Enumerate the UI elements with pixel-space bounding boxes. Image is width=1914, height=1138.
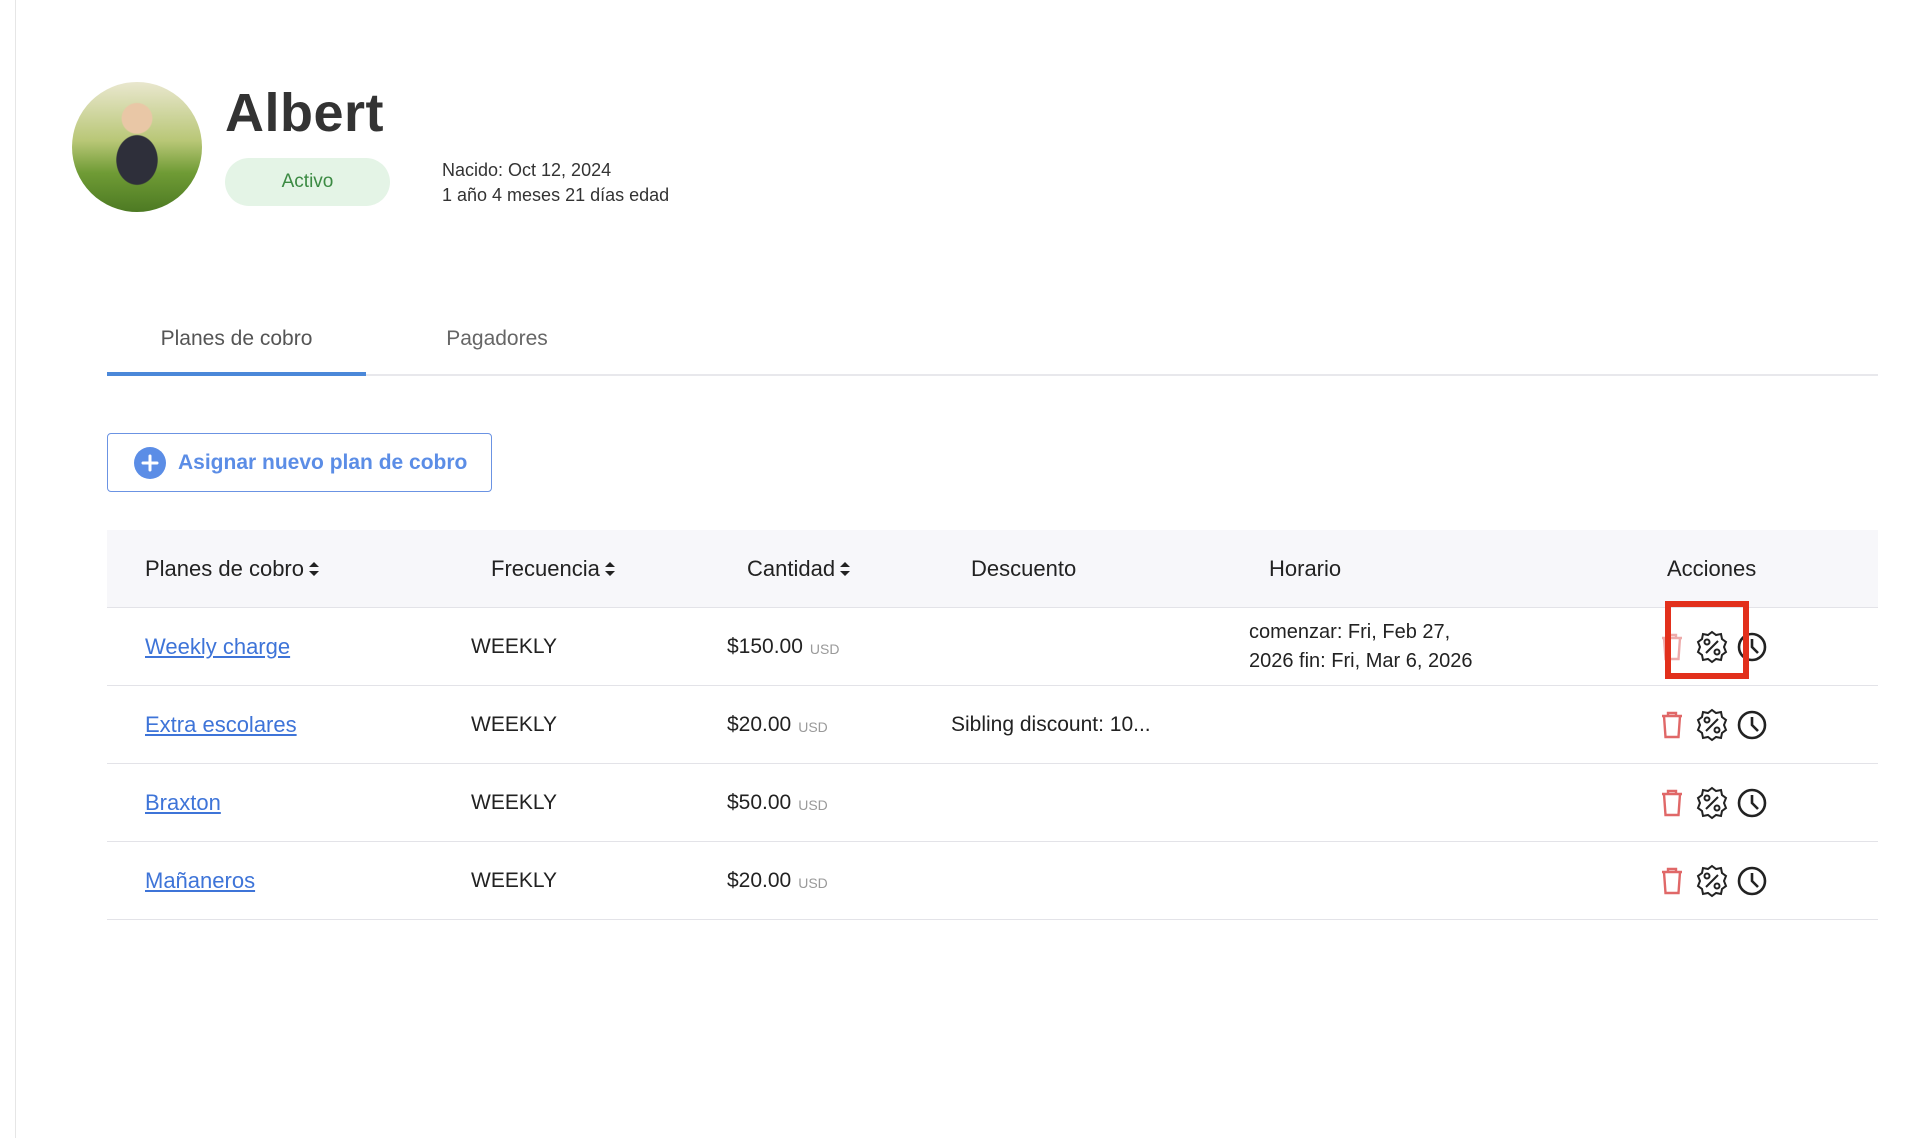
amount-value: $20.00 xyxy=(727,869,792,892)
header-actions: Acciones xyxy=(1667,556,1757,581)
currency-label: USD xyxy=(809,641,840,657)
age-text: 1 año 4 meses 21 días edad xyxy=(442,185,670,205)
row-actions xyxy=(1655,764,1769,842)
header-plan[interactable]: Planes de cobro xyxy=(145,530,321,608)
plus-circle-icon xyxy=(134,446,166,479)
assign-plan-button[interactable]: Asignar nuevo plan de cobro xyxy=(107,433,492,492)
trash-icon[interactable] xyxy=(1655,708,1689,742)
billing-plans-table: Planes de cobro Frecuencia Cantidad Desc… xyxy=(107,530,1878,920)
profile-header: Albert Activo Nacido: Oct 12, 2024 1 año… xyxy=(72,82,1072,222)
row-actions xyxy=(1655,842,1769,920)
trash-icon[interactable] xyxy=(1655,786,1689,820)
clock-icon[interactable] xyxy=(1735,708,1769,742)
header-amount-label: Cantidad xyxy=(747,556,836,581)
frequency-cell: WEEKLY xyxy=(471,869,557,892)
frequency-cell: WEEKLY xyxy=(471,635,557,658)
tab-bar: Planes de cobro Pagadores xyxy=(107,302,1878,376)
frequency-cell: WEEKLY xyxy=(471,713,557,736)
table-row: Extra escolares WEEKLY $20.00 USD Siblin… xyxy=(107,686,1878,764)
schedule-start: comenzar: Fri, Feb 27, xyxy=(1249,621,1451,643)
status-badge: Activo xyxy=(225,158,390,206)
currency-label: USD xyxy=(798,719,828,735)
tab-planes-de-cobro[interactable]: Planes de cobro xyxy=(107,302,366,376)
table-row: Weekly charge WEEKLY $150.00 USD comenza… xyxy=(107,608,1878,686)
header-amount[interactable]: Cantidad xyxy=(747,530,852,608)
sort-icon[interactable] xyxy=(603,559,617,579)
discount-cell: Sibling discount: 10... xyxy=(951,713,1151,736)
currency-label: USD xyxy=(798,875,828,891)
percent-badge-icon[interactable] xyxy=(1695,708,1729,742)
schedule-end: 2026 fin: Fri, Mar 6, 2026 xyxy=(1249,650,1473,672)
currency-label: USD xyxy=(798,797,828,813)
sort-icon[interactable] xyxy=(838,559,852,579)
child-name: Albert xyxy=(225,83,385,143)
plan-link[interactable]: Braxton xyxy=(145,790,221,816)
trash-icon[interactable] xyxy=(1655,864,1689,898)
table-header: Planes de cobro Frecuencia Cantidad Desc… xyxy=(107,530,1878,608)
header-schedule: Horario xyxy=(1269,556,1342,581)
plan-link[interactable]: Weekly charge xyxy=(145,634,290,660)
row-actions xyxy=(1655,686,1769,764)
highlight-annotation xyxy=(1665,601,1749,679)
plan-link[interactable]: Extra escolares xyxy=(145,712,297,738)
frequency-cell: WEEKLY xyxy=(471,791,557,814)
amount-value: $50.00 xyxy=(727,791,792,814)
table-row: Braxton WEEKLY $50.00 USD xyxy=(107,764,1878,842)
amount-value: $150.00 xyxy=(727,635,803,658)
header-frequency[interactable]: Frecuencia xyxy=(491,530,617,608)
header-plan-label: Planes de cobro xyxy=(145,556,304,581)
plan-link[interactable]: Mañaneros xyxy=(145,868,255,894)
header-discount: Descuento xyxy=(971,556,1077,581)
header-frequency-label: Frecuencia xyxy=(491,556,600,581)
amount-value: $20.00 xyxy=(727,713,792,736)
left-divider xyxy=(15,0,16,1138)
birth-info: Nacido: Oct 12, 2024 1 año 4 meses 21 dí… xyxy=(442,158,669,208)
amount-cell: $20.00 USD xyxy=(727,842,828,920)
percent-badge-icon[interactable] xyxy=(1695,786,1729,820)
avatar xyxy=(72,82,202,212)
amount-cell: $150.00 USD xyxy=(727,608,839,686)
tab-pagadores[interactable]: Pagadores xyxy=(397,302,597,376)
schedule-cell: comenzar: Fri, Feb 27, 2026 fin: Fri, Ma… xyxy=(1249,608,1519,686)
amount-cell: $20.00 USD xyxy=(727,686,828,764)
sort-icon[interactable] xyxy=(307,559,321,579)
table-row: Mañaneros WEEKLY $20.00 USD xyxy=(107,842,1878,920)
percent-badge-icon[interactable] xyxy=(1695,864,1729,898)
active-tab-indicator xyxy=(107,372,366,376)
clock-icon[interactable] xyxy=(1735,864,1769,898)
birth-date: Nacido: Oct 12, 2024 xyxy=(442,160,612,180)
amount-cell: $50.00 USD xyxy=(727,764,828,842)
assign-plan-label: Asignar nuevo plan de cobro xyxy=(178,450,468,474)
clock-icon[interactable] xyxy=(1735,786,1769,820)
